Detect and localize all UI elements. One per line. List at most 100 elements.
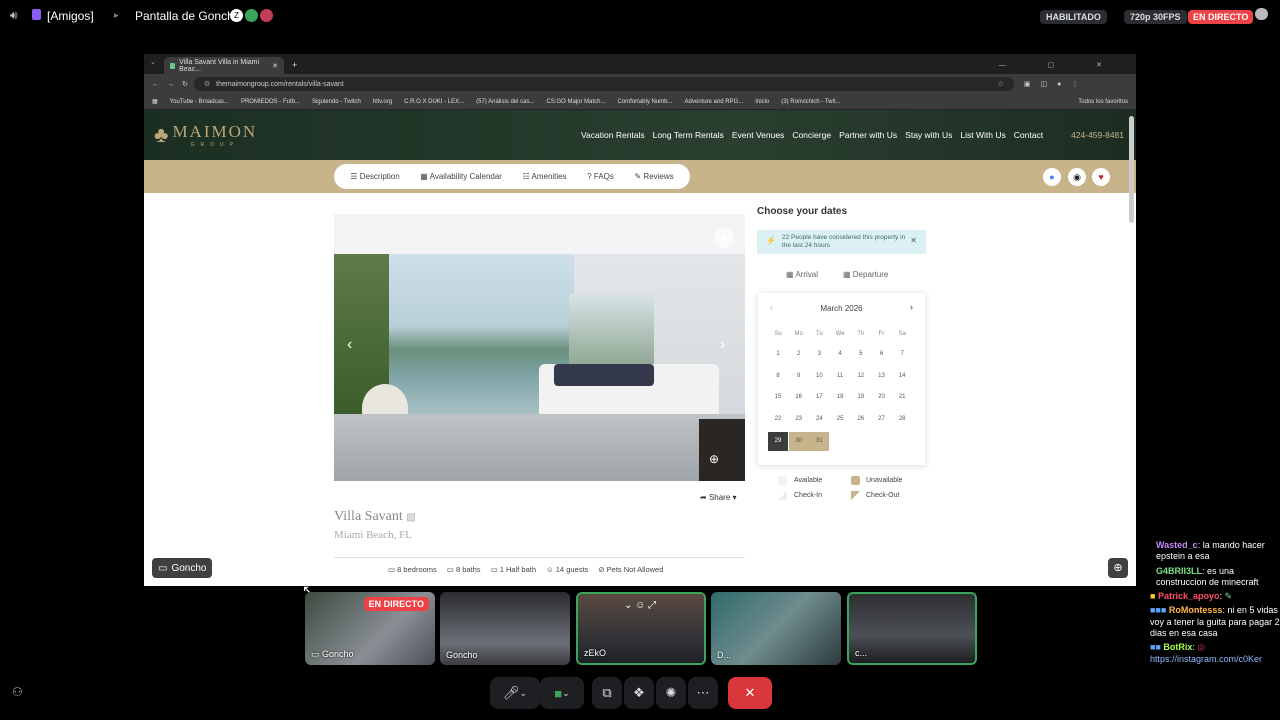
departure-field[interactable]: ▦ Departure: [843, 270, 888, 279]
window-controls[interactable]: — ▢ ✕: [999, 61, 1122, 69]
eye-icon[interactable]: ◉: [1068, 168, 1086, 186]
bookmark-7[interactable]: Comfortably Numb...: [618, 99, 673, 105]
calendar-day[interactable]: 12: [851, 373, 871, 379]
calendar-day[interactable]: 25: [830, 416, 850, 422]
channel-name[interactable]: [Amigos]: [47, 9, 94, 23]
favorite-photo-icon[interactable]: ♥: [714, 228, 734, 248]
tab-description[interactable]: ☰ Description: [350, 172, 399, 181]
participant-tile-zeko[interactable]: ⌄ ☺ ⤢ zEkO: [576, 592, 706, 665]
all-favorites[interactable]: Todos los favoritos: [1078, 99, 1128, 105]
nav-long-term-rentals[interactable]: Long Term Rentals: [653, 130, 724, 140]
next-photo-icon[interactable]: ›: [720, 336, 725, 354]
calendar-day[interactable]: 14: [892, 373, 912, 379]
back-icon[interactable]: ←: [152, 81, 159, 88]
calendar-day[interactable]: 9: [789, 373, 809, 379]
activities-control[interactable]: ❖: [624, 677, 654, 709]
calendar-day[interactable]: 31: [809, 432, 830, 452]
heart-icon[interactable]: ♥: [1092, 168, 1110, 186]
calendar-day[interactable]: 27: [872, 416, 892, 422]
calendar-day[interactable]: 1: [768, 351, 788, 357]
calendar-day[interactable]: 23: [789, 416, 809, 422]
menu-icon[interactable]: ⋮: [1071, 80, 1078, 88]
calendar-day[interactable]: 22: [768, 416, 788, 422]
browser-tab[interactable]: Villa Savant Villa in Miami Beac... ✕: [164, 57, 284, 74]
nav-vacation-rentals[interactable]: Vacation Rentals: [581, 130, 645, 140]
tab-amenities[interactable]: ☷ Amenities: [523, 172, 567, 181]
site-logo[interactable]: ♣ MAIMON GROUP: [154, 122, 257, 148]
chat-link[interactable]: https://instagram.com/c0Ker: [1150, 654, 1280, 665]
disconnect-button[interactable]: ✕: [728, 677, 772, 709]
participant-tile-goncho[interactable]: Goncho: [440, 592, 570, 665]
bookmark-4[interactable]: C.R.O X DUKI - LEX...: [404, 99, 464, 105]
calendar-day[interactable]: 10: [809, 373, 829, 379]
page-scrollbar[interactable]: [1129, 116, 1134, 223]
speaker-icon[interactable]: 🔊︎: [10, 8, 18, 23]
bookmark-8[interactable]: Adventure and RPG...: [685, 99, 744, 105]
prev-photo-icon[interactable]: ‹: [347, 336, 352, 354]
url-field[interactable]: ⚙ themaimongroup.com/rentals/villa-savan…: [193, 77, 1014, 91]
location-icon[interactable]: ●: [1043, 168, 1061, 186]
calendar-day[interactable]: 6: [872, 351, 892, 357]
calendar-day[interactable]: 28: [892, 416, 912, 422]
tab-faqs[interactable]: ? FAQs: [587, 172, 614, 181]
bookmark-3[interactable]: hltv.org: [373, 99, 392, 105]
calendar-day[interactable]: 15: [768, 394, 788, 400]
soundboard-control[interactable]: ✺: [656, 677, 686, 709]
extensions-icon[interactable]: ▣: [1024, 80, 1031, 88]
nav-list[interactable]: List With Us: [960, 130, 1005, 140]
tab-list-icon[interactable]: ⌄: [150, 58, 156, 66]
calendar-day[interactable]: 20: [872, 394, 892, 400]
bookmark-2[interactable]: Siguiendo - Twitch: [312, 99, 361, 105]
tab-availability[interactable]: ▦ Availability Calendar: [420, 172, 502, 181]
bookmark-5[interactable]: (57) Análisis del cas...: [476, 99, 534, 105]
forward-icon[interactable]: →: [167, 81, 174, 88]
calendar-day[interactable]: 21: [892, 394, 912, 400]
nav-event-venues[interactable]: Event Venues: [732, 130, 784, 140]
tile-controls-icon[interactable]: ⌄ ☺ ⤢: [624, 600, 656, 611]
next-month-icon[interactable]: ›: [910, 302, 913, 312]
calendar-day[interactable]: 3: [809, 351, 829, 357]
site-info-icon[interactable]: ⚙: [204, 80, 210, 88]
close-tab-icon[interactable]: ✕: [272, 62, 278, 70]
more-control[interactable]: ⋯: [688, 677, 718, 709]
calendar-day[interactable]: 30: [788, 432, 809, 452]
fullscreen-zoom-icon[interactable]: ⊕: [1108, 558, 1128, 578]
calendar-day[interactable]: 18: [830, 394, 850, 400]
bookmark-9[interactable]: Inicio: [755, 99, 769, 105]
mic-control[interactable]: 🎤︎ ⌄: [490, 677, 540, 709]
calendar-day[interactable]: 4: [830, 351, 850, 357]
tab-reviews[interactable]: ✎ Reviews: [634, 172, 673, 181]
invite-icon[interactable]: ⚇: [12, 685, 23, 699]
calendar-day[interactable]: 24: [809, 416, 829, 422]
calendar-day[interactable]: 13: [872, 373, 892, 379]
calendar-day[interactable]: 8: [768, 373, 788, 379]
reload-icon[interactable]: ↻: [182, 80, 188, 88]
participant-tile-d[interactable]: D...: [711, 592, 841, 665]
camera-control[interactable]: ■ ⌄: [540, 677, 584, 709]
calendar-day[interactable]: 26: [851, 416, 871, 422]
bookmark-6[interactable]: CS:GO Major Match...: [546, 99, 605, 105]
calendar-day[interactable]: 29: [768, 432, 788, 452]
calendar-day[interactable]: 2: [789, 351, 809, 357]
calendar-day[interactable]: 7: [892, 351, 912, 357]
calendar-day[interactable]: 5: [851, 351, 871, 357]
star-icon[interactable]: ☆: [998, 80, 1004, 88]
profile-icon[interactable]: ●: [1057, 81, 1061, 88]
arrival-field[interactable]: ▦ Arrival: [786, 270, 818, 279]
calendar-day[interactable]: 19: [851, 394, 871, 400]
apps-icon[interactable]: ▦: [152, 98, 158, 105]
participant-tile-stream[interactable]: EN DIRECTO ▭ Goncho: [305, 592, 435, 665]
bookmark-1[interactable]: PROMIEDOS - Futb...: [241, 99, 300, 105]
new-tab-icon[interactable]: +: [292, 60, 297, 70]
participant-tile-c[interactable]: c...: [847, 592, 977, 665]
nav-stay[interactable]: Stay with Us: [905, 130, 952, 140]
chat-bubble-icon[interactable]: [1255, 8, 1268, 20]
share-screen-control[interactable]: ⧉: [592, 677, 622, 709]
nav-concierge[interactable]: Concierge: [792, 130, 831, 140]
phone-number[interactable]: 424-459-8481: [1071, 130, 1124, 140]
bookmark-0[interactable]: YouTube - Broadcas...: [170, 99, 229, 105]
calendar-day[interactable]: 16: [789, 394, 809, 400]
extension-puzzle-icon[interactable]: ◫: [1041, 80, 1048, 88]
property-photo[interactable]: ‹ › ♥ ⊕: [334, 214, 745, 481]
calendar-day[interactable]: 17: [809, 394, 829, 400]
